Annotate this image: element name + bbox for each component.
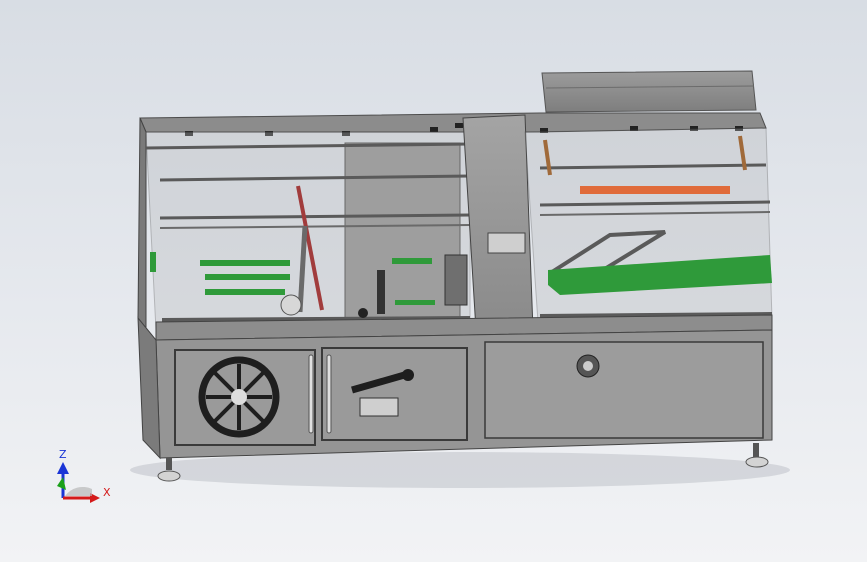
left-sealing-section: [137, 117, 471, 332]
x-axis-label: X: [103, 486, 111, 499]
axis-triad: Z X: [57, 448, 111, 503]
right-tunnel-section: [524, 127, 773, 323]
z-axis-label: Z: [59, 448, 67, 461]
cad-viewport[interactable]: Z X: [0, 0, 867, 562]
ground-shadow: [130, 452, 790, 488]
control-column: [462, 114, 534, 331]
heat-tunnel-hood: [541, 70, 757, 113]
lower-cabinet: [137, 316, 773, 460]
